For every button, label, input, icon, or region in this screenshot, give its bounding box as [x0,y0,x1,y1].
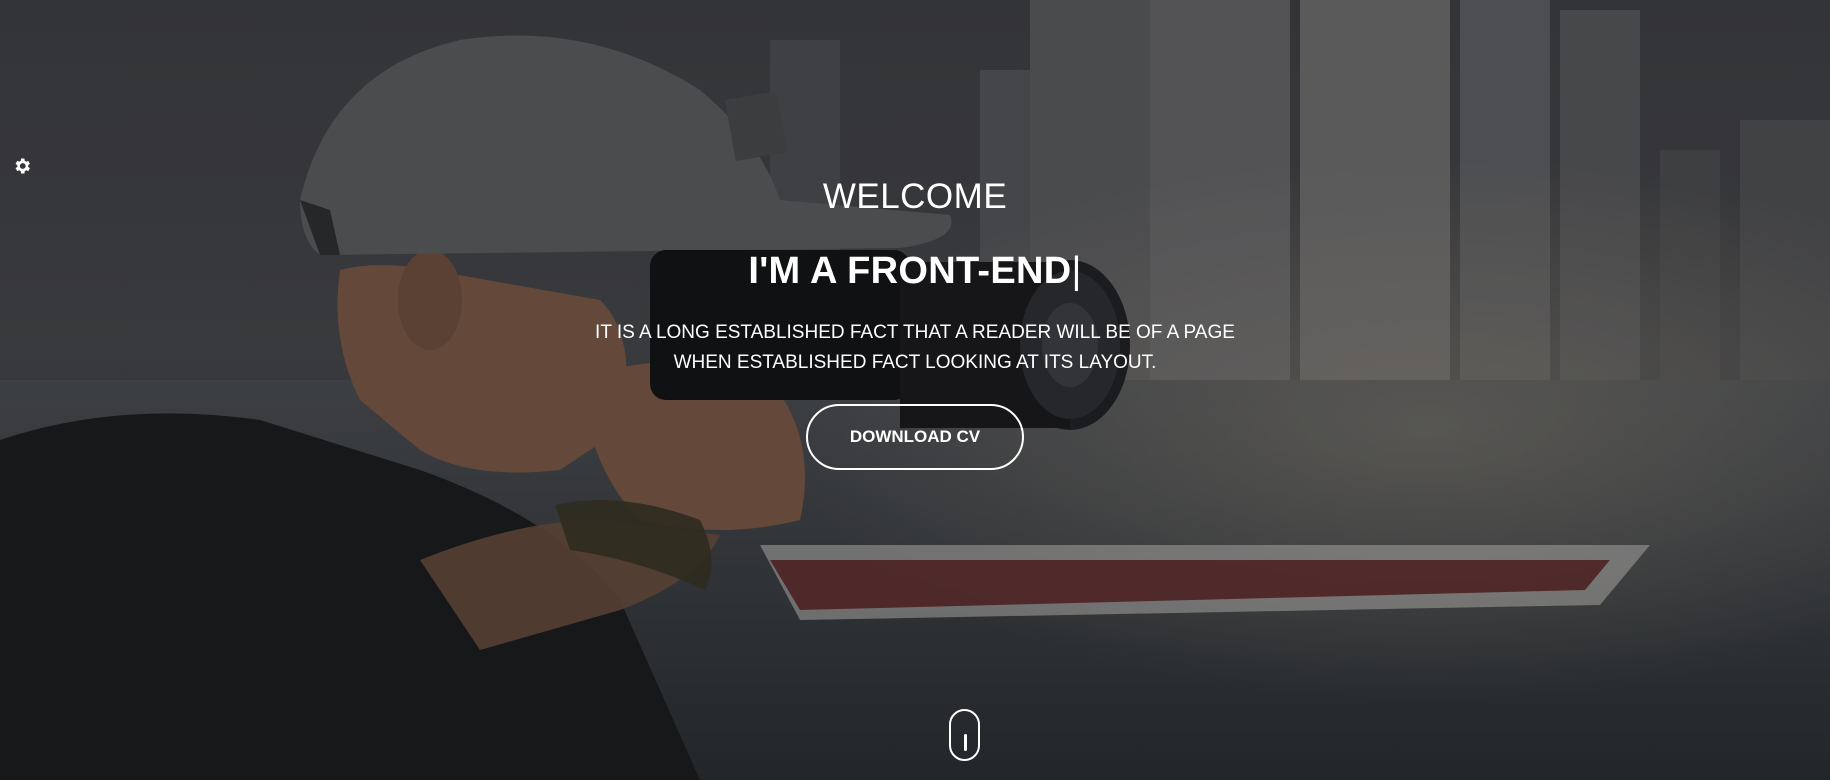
hero-section: WELCOME I'M A FRONT-END| IT IS A LONG ES… [0,0,1830,780]
settings-toggle[interactable] [12,156,32,176]
hero-description: IT IS A LONG ESTABLISHED FACT THAT A REA… [595,322,1235,373]
gear-icon [15,158,30,174]
welcome-heading: WELCOME [822,177,1008,216]
download-cv-button[interactable]: DOWNLOAD CV [806,404,1024,470]
typing-cursor: | [1071,250,1082,292]
hero-content: WELCOME I'M A FRONT-END| IT IS A LONG ES… [0,176,1830,470]
mouse-scroll-icon [963,734,967,751]
hero-headline: I'M A FRONT-END| [0,248,1830,294]
scroll-down-indicator[interactable] [949,709,980,761]
typed-text: I'M A FRONT-END [748,250,1072,292]
